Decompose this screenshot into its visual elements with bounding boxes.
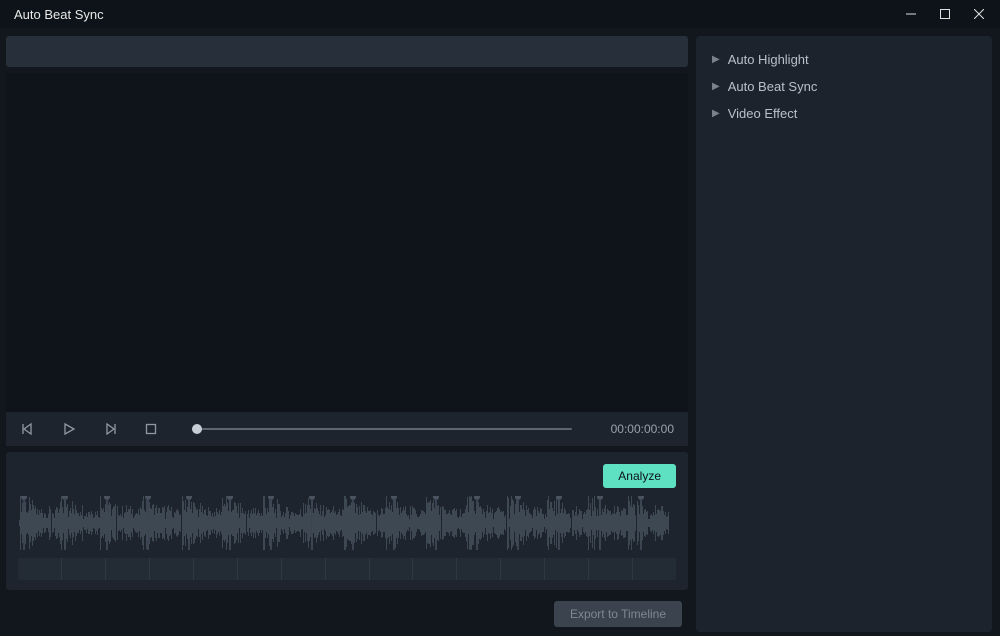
preview-area: 00:00:00:00 <box>6 73 688 446</box>
audio-panel: Analyze <box>6 452 688 590</box>
sidebar-item-label: Auto Beat Sync <box>728 79 818 94</box>
maximize-button[interactable] <box>928 0 962 28</box>
timecode: 00:00:00:00 <box>611 422 674 436</box>
transport-bar: 00:00:00:00 <box>6 412 688 446</box>
sidebar-item-label: Auto Highlight <box>728 52 809 67</box>
footer: Export to Timeline <box>6 596 688 632</box>
main-column: 00:00:00:00 Analyze Export to Timeline <box>6 36 688 632</box>
timeline-ruler[interactable] <box>18 558 676 580</box>
close-button[interactable] <box>962 0 996 28</box>
sidebar-item-label: Video Effect <box>728 106 798 121</box>
waveform-container[interactable] <box>18 496 676 550</box>
window-controls <box>894 0 996 28</box>
sidebar: ▶ Auto Highlight ▶ Auto Beat Sync ▶ Vide… <box>696 36 992 632</box>
next-frame-button[interactable] <box>102 421 118 437</box>
scrub-slider[interactable] <box>192 428 572 430</box>
body: 00:00:00:00 Analyze Export to Timeline ▶ <box>0 28 1000 636</box>
chevron-right-icon: ▶ <box>712 108 720 119</box>
preview-header-bar <box>6 36 688 67</box>
play-button[interactable] <box>61 421 77 437</box>
chevron-right-icon: ▶ <box>712 54 720 65</box>
waveform <box>18 496 676 550</box>
export-button[interactable]: Export to Timeline <box>554 601 682 627</box>
window-title: Auto Beat Sync <box>14 7 104 22</box>
audio-panel-top: Analyze <box>18 464 676 488</box>
prev-frame-button[interactable] <box>20 421 36 437</box>
chevron-right-icon: ▶ <box>712 81 720 92</box>
minimize-button[interactable] <box>894 0 928 28</box>
scrub-thumb[interactable] <box>192 424 202 434</box>
scrub-track <box>192 428 572 430</box>
stop-button[interactable] <box>143 421 159 437</box>
app-window: Auto Beat Sync <box>0 0 1000 636</box>
preview-canvas <box>6 73 688 412</box>
analyze-button[interactable]: Analyze <box>603 464 676 488</box>
titlebar: Auto Beat Sync <box>0 0 1000 28</box>
sidebar-item-auto-beat-sync[interactable]: ▶ Auto Beat Sync <box>712 73 976 100</box>
sidebar-item-auto-highlight[interactable]: ▶ Auto Highlight <box>712 46 976 73</box>
sidebar-item-video-effect[interactable]: ▶ Video Effect <box>712 100 976 127</box>
